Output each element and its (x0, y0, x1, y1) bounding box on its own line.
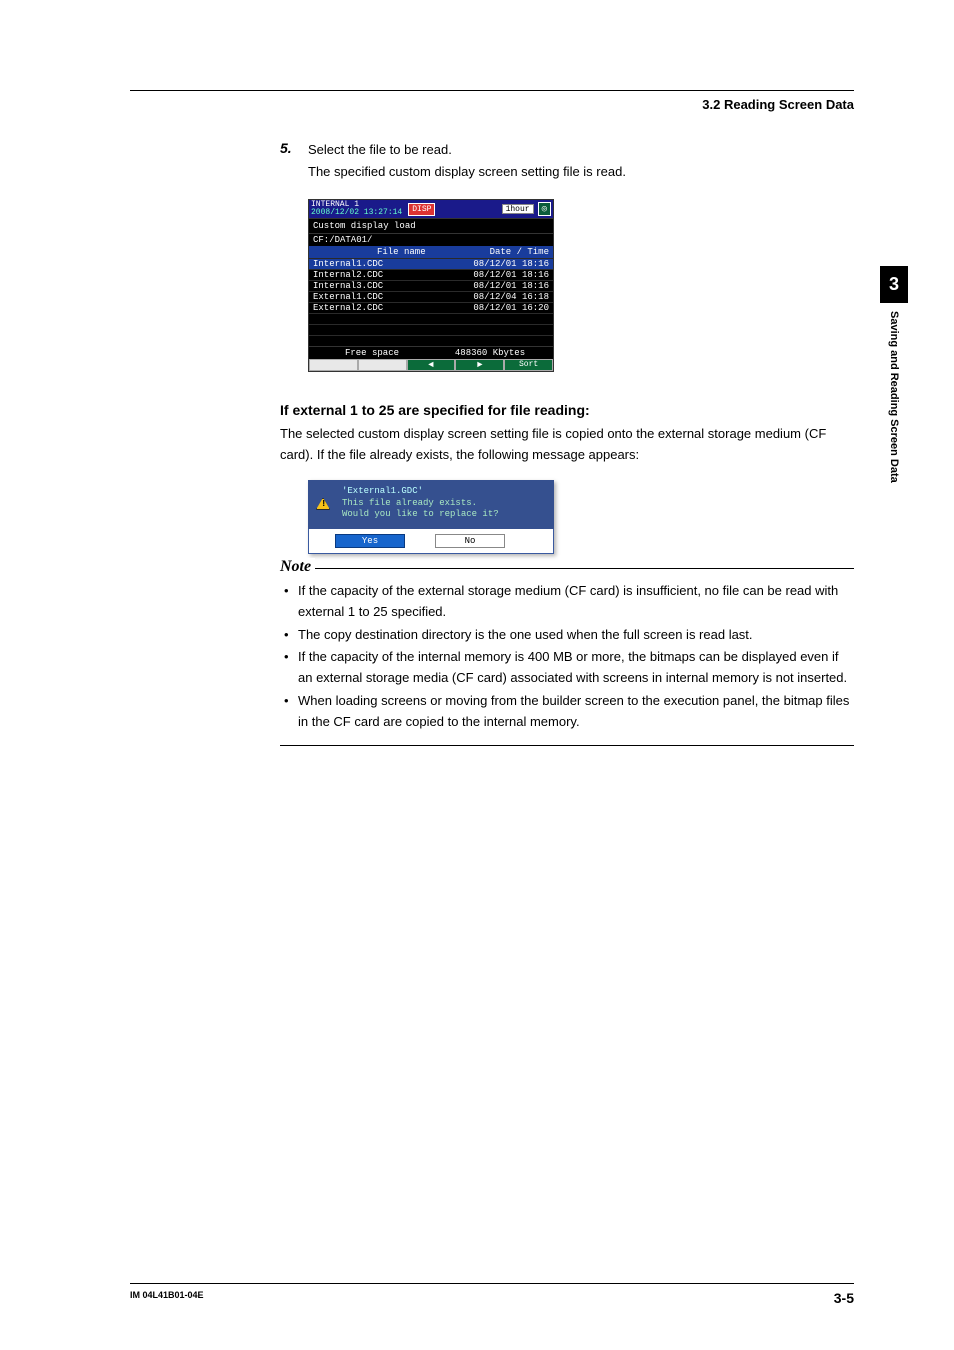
yes-button[interactable]: Yes (335, 534, 405, 548)
page-number: 3-5 (834, 1290, 854, 1306)
note-item: If the capacity of the external storage … (280, 581, 854, 623)
dialog-message-2: Would you like to replace it? (342, 509, 546, 521)
free-space-label: Free space (313, 348, 431, 358)
free-space-value: 488360 Kbytes (431, 348, 549, 358)
file-name: Internal2.CDC (313, 270, 473, 280)
softkey-blank[interactable] (358, 359, 407, 371)
file-date: 08/12/01 18:16 (473, 270, 549, 280)
col-filename: File name (313, 247, 490, 257)
softkey-blank[interactable] (309, 359, 358, 371)
softkey-left-arrow[interactable]: ◄ (407, 359, 456, 371)
section-header: 3.2 Reading Screen Data (130, 97, 854, 112)
warning-icon (316, 498, 330, 510)
file-row[interactable]: Internal2.CDC 08/12/01 18:16 (309, 269, 553, 280)
file-row[interactable]: Internal3.CDC 08/12/01 18:16 (309, 280, 553, 291)
interval-indicator: 1hour (502, 204, 534, 214)
note-item: When loading screens or moving from the … (280, 691, 854, 733)
body-text: The selected custom display screen setti… (280, 424, 854, 466)
dialog-filename: 'External1.GDC' (342, 486, 546, 496)
file-row[interactable]: External2.CDC 08/12/01 16:20 (309, 302, 553, 313)
file-name: External2.CDC (313, 303, 473, 313)
device-datetime: 2008/12/02 13:27:14 (311, 209, 402, 217)
file-row[interactable]: Internal1.CDC 08/12/01 18:16 (309, 258, 553, 269)
file-date: 08/12/01 16:20 (473, 303, 549, 313)
col-datetime: Date / Time (490, 247, 549, 257)
step-number: 5. (280, 140, 308, 160)
no-button[interactable]: No (435, 534, 505, 548)
note-title: Note (280, 558, 315, 576)
dialog-message-1: This file already exists. (342, 498, 546, 510)
subheading: If external 1 to 25 are specified for fi… (280, 402, 854, 418)
directory-path: CF:/DATA01/ (309, 233, 553, 246)
file-row[interactable]: External1.CDC 08/12/04 16:18 (309, 291, 553, 302)
step-title: Select the file to be read. (308, 140, 452, 160)
note-item: The copy destination directory is the on… (280, 625, 854, 646)
note-box: Note If the capacity of the external sto… (280, 568, 854, 746)
file-name: Internal3.CDC (313, 281, 473, 291)
replace-dialog: 'External1.GDC' This file already exists… (308, 480, 554, 554)
document-id: IM 04L41B01-04E (130, 1290, 204, 1306)
step-desc: The specified custom display screen sett… (308, 162, 854, 182)
chapter-label: Saving and Reading Screen Data (888, 311, 900, 483)
device-screen: INTERNAL 1 2008/12/02 13:27:14 DISP 1hou… (308, 199, 554, 372)
softkey-right-arrow[interactable]: ► (455, 359, 504, 371)
file-name: External1.CDC (313, 292, 473, 302)
record-icon: ◎ (538, 202, 551, 216)
file-date: 08/12/01 18:16 (473, 259, 549, 269)
file-date: 08/12/04 16:18 (473, 292, 549, 302)
note-item: If the capacity of the internal memory i… (280, 647, 854, 689)
chapter-number: 3 (880, 266, 908, 303)
chapter-tab: 3 Saving and Reading Screen Data (880, 266, 908, 483)
disp-badge: DISP (408, 203, 435, 216)
file-name: Internal1.CDC (313, 259, 473, 269)
screen-title: Custom display load (309, 218, 553, 233)
file-date: 08/12/01 18:16 (473, 281, 549, 291)
softkey-sort[interactable]: Sort (504, 359, 553, 371)
